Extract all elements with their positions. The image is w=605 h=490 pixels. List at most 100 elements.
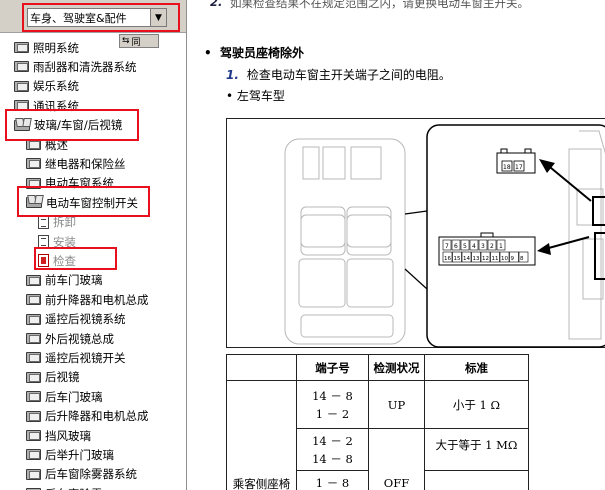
- sync-toc-button[interactable]: ⇆: [122, 36, 130, 46]
- toc-item[interactable]: 拆卸: [38, 213, 76, 232]
- table-header-row: 端子号 检测状况 标准: [226, 354, 529, 381]
- toc-item[interactable]: 概述: [26, 135, 68, 154]
- toc-item[interactable]: 电动车窗系统: [26, 174, 114, 193]
- open-book-icon: [26, 197, 42, 209]
- sub-bullet-text: 左驾车型: [236, 89, 285, 103]
- book-icon: [26, 177, 41, 189]
- active-document-icon: [38, 254, 49, 268]
- resistance-spec-table: 端子号 检测状况 标准 乘客侧座椅 14 － 8 1 － 2 UP 小于 1 Ω…: [226, 354, 529, 490]
- toc-item-label: 玻璃/车窗/后视镜: [34, 118, 123, 133]
- table-header-terminal: 端子号: [296, 354, 369, 381]
- sync-page-button[interactable]: 同: [132, 35, 141, 48]
- table-header-condition: 检测状况: [368, 354, 425, 381]
- toc-item-label: 雨刮器和清洗器系统: [33, 59, 137, 74]
- step-line: 1. 检查电动车窗主开关端子之间的电阻。: [226, 66, 451, 83]
- toc-item-label: 照明系统: [33, 40, 79, 55]
- book-icon: [26, 294, 41, 306]
- toc-item-label: 电动车窗控制开关: [46, 195, 138, 210]
- toc-item-label: 通讯系统: [33, 98, 79, 113]
- toc-item[interactable]: 前车门玻璃: [26, 271, 103, 290]
- toc-item[interactable]: 后视镜: [26, 368, 80, 387]
- connector-pin-number: 7: [445, 243, 449, 250]
- book-icon: [14, 42, 29, 53]
- previous-step-number: 2.: [210, 0, 223, 9]
- terminal-pair: 1 － 8: [315, 475, 350, 490]
- toc-item-label: 后车窗除雾器系统: [45, 467, 137, 482]
- nav-tool-buttons: ⇆ 同: [119, 34, 159, 48]
- toc-item-label: 外后视镜总成: [45, 331, 114, 346]
- table-header-standard: 标准: [424, 354, 529, 381]
- large-connector-top-row: 7654321: [442, 239, 506, 251]
- connector-pin-number: 13: [473, 256, 480, 262]
- toc-item[interactable]: 玻璃/车窗/后视镜: [14, 116, 122, 135]
- connector-pin-number: 15: [454, 256, 461, 262]
- toc-item-label: 娱乐系统: [33, 79, 79, 94]
- connector-pin-number: 9: [511, 256, 515, 262]
- toc-item[interactable]: 后车窗除雾器系统: [26, 465, 137, 484]
- toc-item-label: 安装: [53, 234, 76, 249]
- open-book-icon: [14, 119, 30, 131]
- toc-item[interactable]: 挡风玻璃: [26, 426, 91, 445]
- toc-item[interactable]: 娱乐系统: [14, 77, 79, 96]
- document-pane: 2. 如果检查结果不在规定范围之内，请更换电动车窗主开关。 • 驾驶员座椅除外 …: [188, 0, 605, 490]
- toc-item-label: 遥控后视镜系统: [45, 312, 126, 327]
- switch-connector-diagram: 18 17 7654321 16 15 14 13 12 11 10 9 8: [226, 118, 605, 348]
- condition-text: OFF: [383, 476, 410, 490]
- book-icon: [26, 352, 41, 364]
- book-icon: [26, 139, 41, 150]
- toc-item-label: 前升降器和电机总成: [45, 292, 149, 307]
- terminal-pair: 14 － 2: [312, 433, 353, 448]
- navigation-pane: 车身、驾驶室&配件 ▼ ⇆ 同 照明系统雨刮器和清洗器系统 娱乐系统通讯系统玻璃/…: [0, 0, 187, 490]
- toc-item[interactable]: 遥控后视镜开关: [26, 348, 126, 367]
- connector-pin-number: 8: [520, 256, 524, 262]
- toc-item-label: 拆卸: [53, 215, 76, 230]
- book-icon: [26, 430, 41, 441]
- standard-cell: [424, 470, 529, 490]
- toc-item[interactable]: 后车窗除雾: [26, 484, 103, 490]
- toc-item[interactable]: 电动车窗控制开关: [26, 193, 138, 212]
- toc-item-label: 后升降器和电机总成: [45, 409, 149, 424]
- toc-item[interactable]: 前升降器和电机总成: [26, 290, 149, 309]
- book-icon: [14, 80, 29, 92]
- toc-item[interactable]: 照明系统: [14, 38, 79, 57]
- toc-item-label: 后车门玻璃: [45, 389, 103, 404]
- toc-item-label: 电动车窗系统: [45, 176, 114, 191]
- connector-pin-number: 5: [463, 243, 467, 250]
- connector-pin-number: 1: [499, 243, 503, 250]
- toc-item[interactable]: 后举升门玻璃: [26, 445, 114, 464]
- book-icon: [26, 391, 41, 403]
- toc-item[interactable]: 检查: [38, 251, 76, 270]
- toc-item[interactable]: 安装: [38, 232, 76, 251]
- connector-pin-number: 14: [463, 256, 470, 262]
- toc-item[interactable]: 后升降器和电机总成: [26, 407, 149, 426]
- toc-item-label: 继电器和保险丝: [45, 156, 126, 171]
- connector-pin-number: 10: [501, 256, 508, 262]
- toc-item-label: 前车门玻璃: [45, 273, 103, 288]
- toc-item[interactable]: 雨刮器和清洗器系统: [14, 57, 137, 76]
- book-icon: [26, 274, 41, 286]
- standard-cell: 小于 1 Ω: [424, 380, 529, 429]
- toc-item-label: 后视镜: [45, 370, 80, 385]
- toc-item[interactable]: 继电器和保险丝: [26, 154, 126, 173]
- book-icon: [26, 468, 41, 480]
- chevron-down-icon[interactable]: ▼: [150, 9, 166, 26]
- terminal-cell: 1 － 8: [296, 470, 369, 490]
- book-icon: [14, 61, 29, 73]
- terminal-cell: 14 － 2 14 － 8: [296, 428, 369, 471]
- book-icon: [26, 449, 41, 461]
- condition-cell: OFF: [368, 428, 425, 490]
- step-text: 检查电动车窗主开关端子之间的电阻。: [246, 68, 451, 82]
- toc-item-label: 检查: [53, 253, 76, 268]
- toc-item[interactable]: 后车门玻璃: [26, 387, 103, 406]
- step-number: 1.: [226, 68, 239, 82]
- section-heading: • 驾驶员座椅除外: [204, 44, 304, 61]
- toc-item[interactable]: 外后视镜总成: [26, 329, 114, 348]
- terminal-pair: 1 － 2: [315, 406, 350, 421]
- connector-pin-number: 6: [454, 243, 458, 250]
- toc-item[interactable]: 通讯系统: [14, 96, 79, 115]
- toc-item[interactable]: 遥控后视镜系统: [26, 310, 126, 329]
- small-connector-pin-17: 17: [515, 164, 523, 171]
- category-dropdown[interactable]: 车身、驾驶室&配件 ▼: [27, 8, 167, 27]
- terminal-pair: 14 － 8: [312, 388, 353, 403]
- bullet-icon: •: [226, 89, 237, 103]
